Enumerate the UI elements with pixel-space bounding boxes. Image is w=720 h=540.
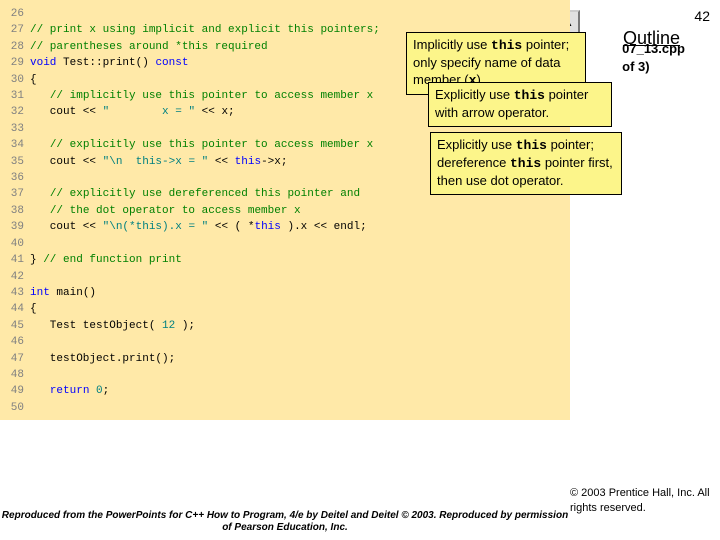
code-line: 38 // the dot operator to access member … (0, 203, 570, 219)
code-line: 50 (0, 400, 570, 416)
code-line: 45 Test testObject( 12 ); (0, 318, 570, 334)
code-line: 49 return 0; (0, 383, 570, 399)
callout-box: Explicitly use this pointer with arrow o… (428, 82, 612, 127)
code-line: 41} // end function print (0, 252, 570, 268)
code-line: 48 (0, 367, 570, 383)
page-number: 42 (694, 8, 710, 24)
code-line: 39 cout << "\n(*this).x = " << ( *this )… (0, 219, 570, 235)
copyright: © 2003 Prentice Hall, Inc. All rights re… (570, 486, 710, 515)
callout-box: Explicitly use this pointer; dereference… (430, 132, 622, 195)
reproduction-notice: Reproduced from the PowerPoints for C++ … (0, 510, 570, 534)
code-line: 42 (0, 269, 570, 285)
code-line: 26 (0, 6, 570, 22)
code-line: 44{ (0, 301, 570, 317)
code-line: 40 (0, 236, 570, 252)
code-line: 46 (0, 334, 570, 350)
code-line: 43int main() (0, 285, 570, 301)
file-info: 07_13.cpp of 3) (622, 40, 685, 76)
code-line: 47 testObject.print(); (0, 351, 570, 367)
